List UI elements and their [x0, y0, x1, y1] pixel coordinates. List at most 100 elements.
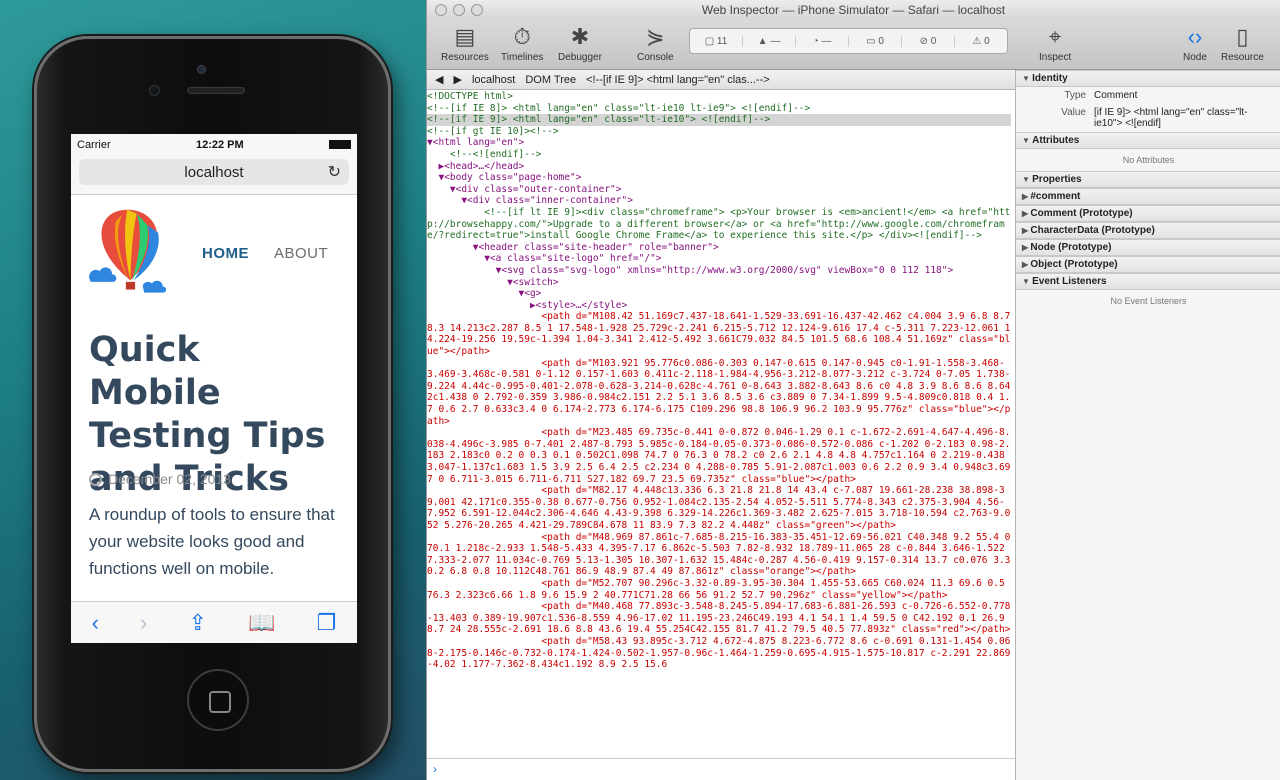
dom-tree-row[interactable]: <path d="M108.42 51.169c7.437-18.641-1.5… [427, 311, 1011, 357]
dom-tree-row[interactable]: <path d="M58.43 93.895c-3.712 4.672-4.87… [427, 636, 1011, 671]
resource-details-tab[interactable]: ▯ Resource [1221, 22, 1264, 63]
dom-tree-row[interactable]: <path d="M82.17 4.448c13.336 6.3 21.8 21… [427, 485, 1011, 531]
node-label: Node [1183, 52, 1207, 63]
share-icon[interactable]: ⇪ [189, 610, 207, 636]
type-value: Comment [1094, 90, 1138, 101]
errors-count: ⊘ 0 [902, 35, 955, 47]
resources-label: Resources [441, 52, 489, 63]
balloon-logo-icon[interactable] [89, 209, 175, 301]
resources-tab[interactable]: ▤ Resources [441, 22, 489, 63]
dom-tree-row[interactable]: ▼<div class="outer-container"> [427, 184, 1011, 196]
forward-arrow-icon[interactable]: ▶ [453, 73, 461, 86]
bug-icon: ✱ [570, 24, 590, 49]
logs-count: ▭ 0 [849, 35, 902, 47]
dom-tree-row[interactable]: <path d="M40.468 77.893c-3.548-8.245-5.8… [427, 601, 1011, 636]
inspect-label: Inspect [1039, 52, 1072, 63]
property-comment-prototype[interactable]: Comment (Prototype) [1016, 205, 1280, 222]
properties-section-header[interactable]: Properties [1016, 171, 1280, 188]
type-label: Type [1064, 90, 1086, 101]
forward-icon[interactable]: › [140, 610, 147, 636]
nav-home-link[interactable]: HOME [202, 245, 249, 262]
window-titlebar: Web Inspector — iPhone Simulator — Safar… [427, 0, 1280, 20]
property-comment[interactable]: #comment [1016, 188, 1280, 205]
identity-section-header[interactable]: Identity [1016, 70, 1280, 87]
value-value: [if IE 9]> <html lang="en" class="lt-ie1… [1094, 107, 1248, 129]
status-bar: Carrier 12:22 PM [71, 134, 357, 155]
dom-tree-row[interactable]: <!--[if gt IE 10]><!--> [427, 126, 1011, 138]
timelines-tab[interactable]: ⏱ Timelines [501, 22, 543, 63]
no-attributes-text: No Attributes [1122, 155, 1175, 165]
node-details-tab[interactable]: ‹› Node [1183, 22, 1207, 63]
dom-tree-row[interactable]: ▶<style>…</style> [427, 300, 1011, 312]
property-characterdata-prototype[interactable]: CharacterData (Prototype) [1016, 222, 1280, 239]
address-text: localhost [184, 163, 244, 181]
timelines-label: Timelines [501, 52, 544, 63]
battery-icon [328, 140, 351, 149]
console-icon: ⋟ [646, 24, 665, 49]
home-button[interactable] [187, 669, 249, 731]
property-node-prototype[interactable]: Node (Prototype) [1016, 239, 1280, 256]
attributes-section-header[interactable]: Attributes [1016, 132, 1280, 149]
console-prompt[interactable]: › [427, 758, 1015, 780]
dom-tree-row[interactable]: <!--[if IE 9]> <html lang="en" class="lt… [427, 114, 1011, 126]
dom-tree-row[interactable]: <!--<![endif]--> [427, 149, 1011, 161]
dom-tree-row[interactable]: ▼<html lang="en"> [427, 137, 1011, 149]
type-row: Type Comment [1016, 87, 1280, 104]
clock-icon [89, 473, 102, 486]
console-tab[interactable]: ⋟ Console [637, 22, 674, 63]
dom-tree-row[interactable]: ▼<header class="site-header" role="banne… [427, 242, 1011, 254]
inspect-button[interactable]: ⌖ Inspect [1039, 22, 1071, 63]
breadcrumb-bar: ◀ ▶ localhost DOM Tree <!--[if IE 9]> <h… [427, 70, 1015, 90]
document-icon: ▯ [1236, 24, 1249, 49]
window-controls [435, 4, 483, 16]
details-sidebar: Identity Type Comment Value [if IE 9]> <… [1015, 70, 1280, 780]
dom-tree-row[interactable]: <path d="M23.485 69.735c-0.441 0-0.872 0… [427, 427, 1011, 485]
close-window-button[interactable] [435, 4, 447, 16]
console-label: Console [637, 52, 674, 63]
value-label: Value [1061, 107, 1086, 118]
dom-tree-row[interactable]: ▼<div class="inner-container"> [427, 195, 1011, 207]
phone-screen: Carrier 12:22 PM localhost ↻ HOME ABOUT … [71, 134, 357, 643]
dom-tree-row[interactable]: <path d="M48.969 87.861c-7.685-8.215-16.… [427, 532, 1011, 578]
carrier-label: Carrier [77, 138, 111, 151]
bookmarks-icon[interactable]: 📖 [248, 610, 275, 636]
speaker [187, 87, 245, 94]
dom-tree-selector[interactable]: DOM Tree [525, 74, 576, 86]
tabs-icon[interactable]: ❐ [317, 610, 337, 636]
window-title: Web Inspector — iPhone Simulator — Safar… [701, 3, 1006, 17]
event-listeners-section-header[interactable]: Event Listeners [1016, 273, 1280, 290]
dom-tree-row[interactable]: ▼<svg class="svg-logo" xmlns="http://www… [427, 265, 1011, 277]
dom-tree: <!DOCTYPE html> <!--[if IE 8]> <html lang… [427, 91, 1015, 758]
activity-status: ▢ 11 ▲ — ◔ — ▭ 0 ⊘ 0 ⚠ 0 [689, 28, 1008, 54]
dom-tree-row[interactable]: ▼<g> [427, 288, 1011, 300]
clock-label: 12:22 PM [195, 138, 244, 151]
minimize-window-button[interactable] [453, 4, 465, 16]
property-object-prototype[interactable]: Object (Prototype) [1016, 256, 1280, 273]
dom-tree-row[interactable]: <path d="M52.707 90.296c-3.32-0.89-3.95-… [427, 578, 1011, 601]
nav-about-link[interactable]: ABOUT [274, 245, 328, 262]
zoom-window-button[interactable] [471, 4, 483, 16]
dom-tree-row[interactable]: ▼<a class="site-logo" href="/"> [427, 253, 1011, 265]
dom-tree-row[interactable]: ▼<switch> [427, 277, 1011, 289]
dom-tree-row[interactable]: ▶<head>…</head> [427, 161, 1011, 173]
dom-tree-row[interactable]: <!--[if lt IE 9]><div class="chromeframe… [427, 207, 1011, 242]
website: HOME ABOUT Quick Mobile Testing Tips and… [71, 195, 357, 601]
debugger-tab[interactable]: ✱ Debugger [558, 22, 602, 63]
dom-tree-row[interactable]: <!--[if IE 8]> <html lang="en" class="lt… [427, 103, 1011, 115]
dom-tree-row[interactable]: ▼<body class="page-home"> [427, 172, 1011, 184]
web-inspector-window: Web Inspector — iPhone Simulator — Safar… [426, 0, 1280, 780]
front-camera [149, 85, 160, 96]
camera [197, 65, 206, 74]
breadcrumb-host[interactable]: localhost [472, 74, 515, 86]
back-arrow-icon[interactable]: ◀ [435, 73, 443, 86]
reload-icon[interactable]: ↻ [328, 162, 341, 182]
breadcrumb-node[interactable]: <!--[if IE 9]> <html lang="en" clas...--… [586, 74, 770, 86]
size-indicator: ▲ — [743, 35, 796, 47]
dom-tree-row[interactable]: <path d="M103.921 95.776c0.086-0.303 0.1… [427, 358, 1011, 428]
post-date-text: December 02, 2013 [108, 471, 231, 487]
back-icon[interactable]: ‹ [92, 610, 99, 636]
load-time-indicator: ◔ — [796, 35, 849, 47]
address-field[interactable]: localhost ↻ [79, 159, 349, 185]
no-event-listeners-text: No Event Listeners [1110, 296, 1187, 306]
dom-tree-row[interactable]: <!DOCTYPE html> [427, 91, 1011, 103]
